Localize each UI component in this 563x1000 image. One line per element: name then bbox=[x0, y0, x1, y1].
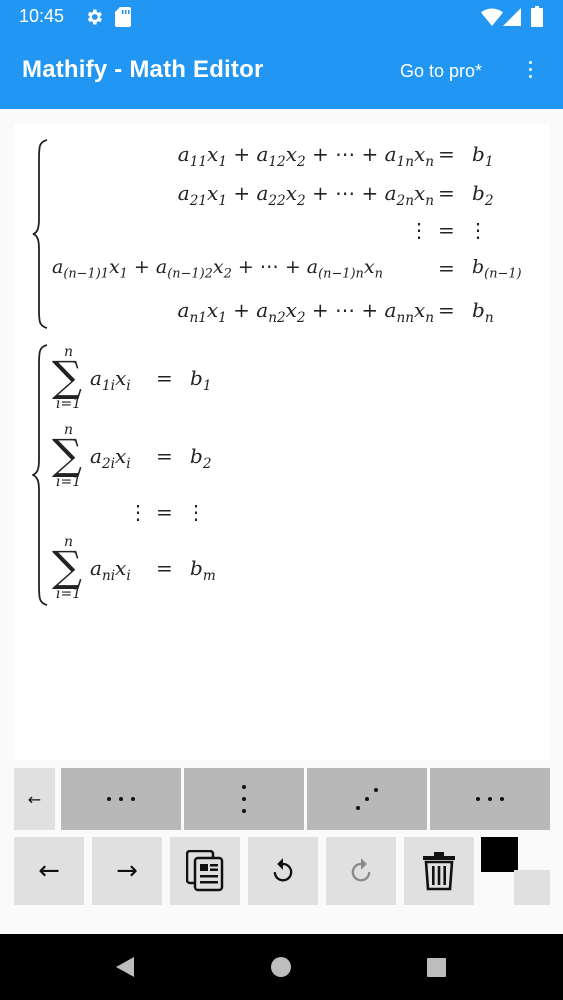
eq1-row2-lhs: a21x1 + a22x2 + ⋯ + a2nxn bbox=[177, 181, 434, 209]
sum1-lower-limit: i=1 bbox=[56, 396, 82, 412]
cursor-left-icon: ← bbox=[38, 856, 60, 886]
status-bar: 10:45 bbox=[0, 0, 563, 34]
redo-icon bbox=[351, 858, 371, 882]
cursor-left-button[interactable]: ← bbox=[14, 837, 84, 905]
color-picker-button[interactable] bbox=[514, 870, 550, 905]
app-bar: Mathify - Math Editor Go to pro* bbox=[0, 34, 563, 109]
recents-icon[interactable] bbox=[427, 958, 446, 977]
back-arrow-icon: ← bbox=[27, 789, 42, 809]
eq1-row1-rel: = bbox=[438, 142, 455, 166]
copy-button[interactable] bbox=[170, 837, 240, 905]
eq2-row1-rel: = bbox=[156, 366, 173, 390]
color-swatch[interactable] bbox=[481, 837, 518, 872]
eq1-row5-rel: = bbox=[438, 298, 455, 322]
diagonal-dots-icon bbox=[356, 788, 378, 810]
home-icon[interactable] bbox=[271, 957, 291, 977]
horizontal-dots-icon bbox=[476, 797, 504, 801]
battery-icon bbox=[531, 6, 543, 27]
app-title: Mathify - Math Editor bbox=[22, 56, 264, 83]
delete-button[interactable] bbox=[404, 837, 474, 905]
cursor-right-button[interactable]: → bbox=[92, 837, 162, 905]
eq2-row4-rel: = bbox=[156, 556, 173, 580]
cursor-right-icon: → bbox=[116, 856, 138, 886]
horizontal-dots-key[interactable] bbox=[61, 768, 181, 830]
status-time: 10:45 bbox=[19, 6, 65, 26]
horizontal-dots-icon bbox=[107, 797, 135, 801]
diagonal-dots-key[interactable] bbox=[307, 768, 427, 830]
eq2-row3-rhs: ⋮ bbox=[186, 500, 206, 524]
eq1-row5-lhs: an1x1 + an2x2 + ⋯ + annxn bbox=[177, 298, 435, 326]
math-editor-canvas[interactable]: a11x1 + a12x2 + ⋯ + a1nxn = b1 a21x1 + a… bbox=[14, 124, 550, 760]
eq2-row4-lhs: anixi bbox=[90, 556, 131, 584]
sd-card-icon bbox=[115, 7, 131, 27]
back-icon[interactable] bbox=[114, 956, 136, 978]
system-nav-bar bbox=[0, 934, 563, 1000]
undo-button[interactable] bbox=[248, 837, 318, 905]
eq2-row2-rel: = bbox=[156, 444, 173, 468]
eq2-row1-lhs: a1ixi bbox=[90, 366, 131, 394]
eq1-row2-rel: = bbox=[438, 181, 455, 205]
vertical-dots-key[interactable] bbox=[184, 768, 304, 830]
redo-button[interactable] bbox=[326, 837, 396, 905]
undo-icon bbox=[273, 858, 293, 882]
eq1-row1-lhs: a11x1 + a12x2 + ⋯ + a1nxn bbox=[177, 142, 434, 170]
eq1-row3-rhs: ⋮ bbox=[468, 218, 488, 242]
go-to-pro-button[interactable]: Go to pro* bbox=[400, 61, 482, 82]
eq2-row2-rhs: b2 bbox=[190, 444, 212, 472]
sum1-symbol: ∑ bbox=[52, 352, 82, 401]
eq2-row3-lhs: ⋮ bbox=[128, 500, 148, 524]
sum2-symbol: ∑ bbox=[52, 430, 82, 479]
eq1-row3-rel: = bbox=[438, 218, 455, 242]
keyboard-back-button[interactable]: ← bbox=[14, 768, 55, 830]
eq2-row2-lhs: a2ixi bbox=[90, 444, 131, 472]
centered-dots-key[interactable] bbox=[430, 768, 550, 830]
wifi-icon bbox=[481, 8, 503, 26]
more-vert-icon[interactable] bbox=[522, 58, 538, 84]
sum2-lower-limit: i=1 bbox=[56, 474, 82, 490]
eq1-row4-rel: = bbox=[438, 256, 455, 280]
sum4-lower-limit: i=1 bbox=[56, 586, 82, 602]
eq1-row4-rhs: b(n−1) bbox=[472, 256, 522, 282]
left-brace-2 bbox=[32, 344, 48, 606]
eq2-row1-rhs: b1 bbox=[190, 366, 212, 394]
cell-signal-icon bbox=[503, 8, 521, 26]
eq1-row2-rhs: b2 bbox=[472, 181, 494, 209]
copy-icon bbox=[186, 850, 224, 892]
left-brace-1 bbox=[32, 139, 48, 329]
delete-icon bbox=[423, 852, 455, 891]
eq2-row3-rel: = bbox=[156, 500, 173, 524]
eq1-row5-rhs: bn bbox=[472, 298, 494, 326]
vertical-dots-icon bbox=[242, 785, 246, 813]
eq1-row1-rhs: b1 bbox=[472, 142, 494, 170]
settings-icon bbox=[87, 9, 102, 25]
eq1-row4-lhs: a(n−1)1x1 + a(n−1)2x2 + ⋯ + a(n−1)nxn bbox=[52, 256, 383, 282]
eq1-row3-lhs: ⋮ bbox=[409, 218, 429, 242]
sum4-symbol: ∑ bbox=[52, 542, 82, 591]
eq2-row4-rhs: bm bbox=[190, 556, 216, 584]
